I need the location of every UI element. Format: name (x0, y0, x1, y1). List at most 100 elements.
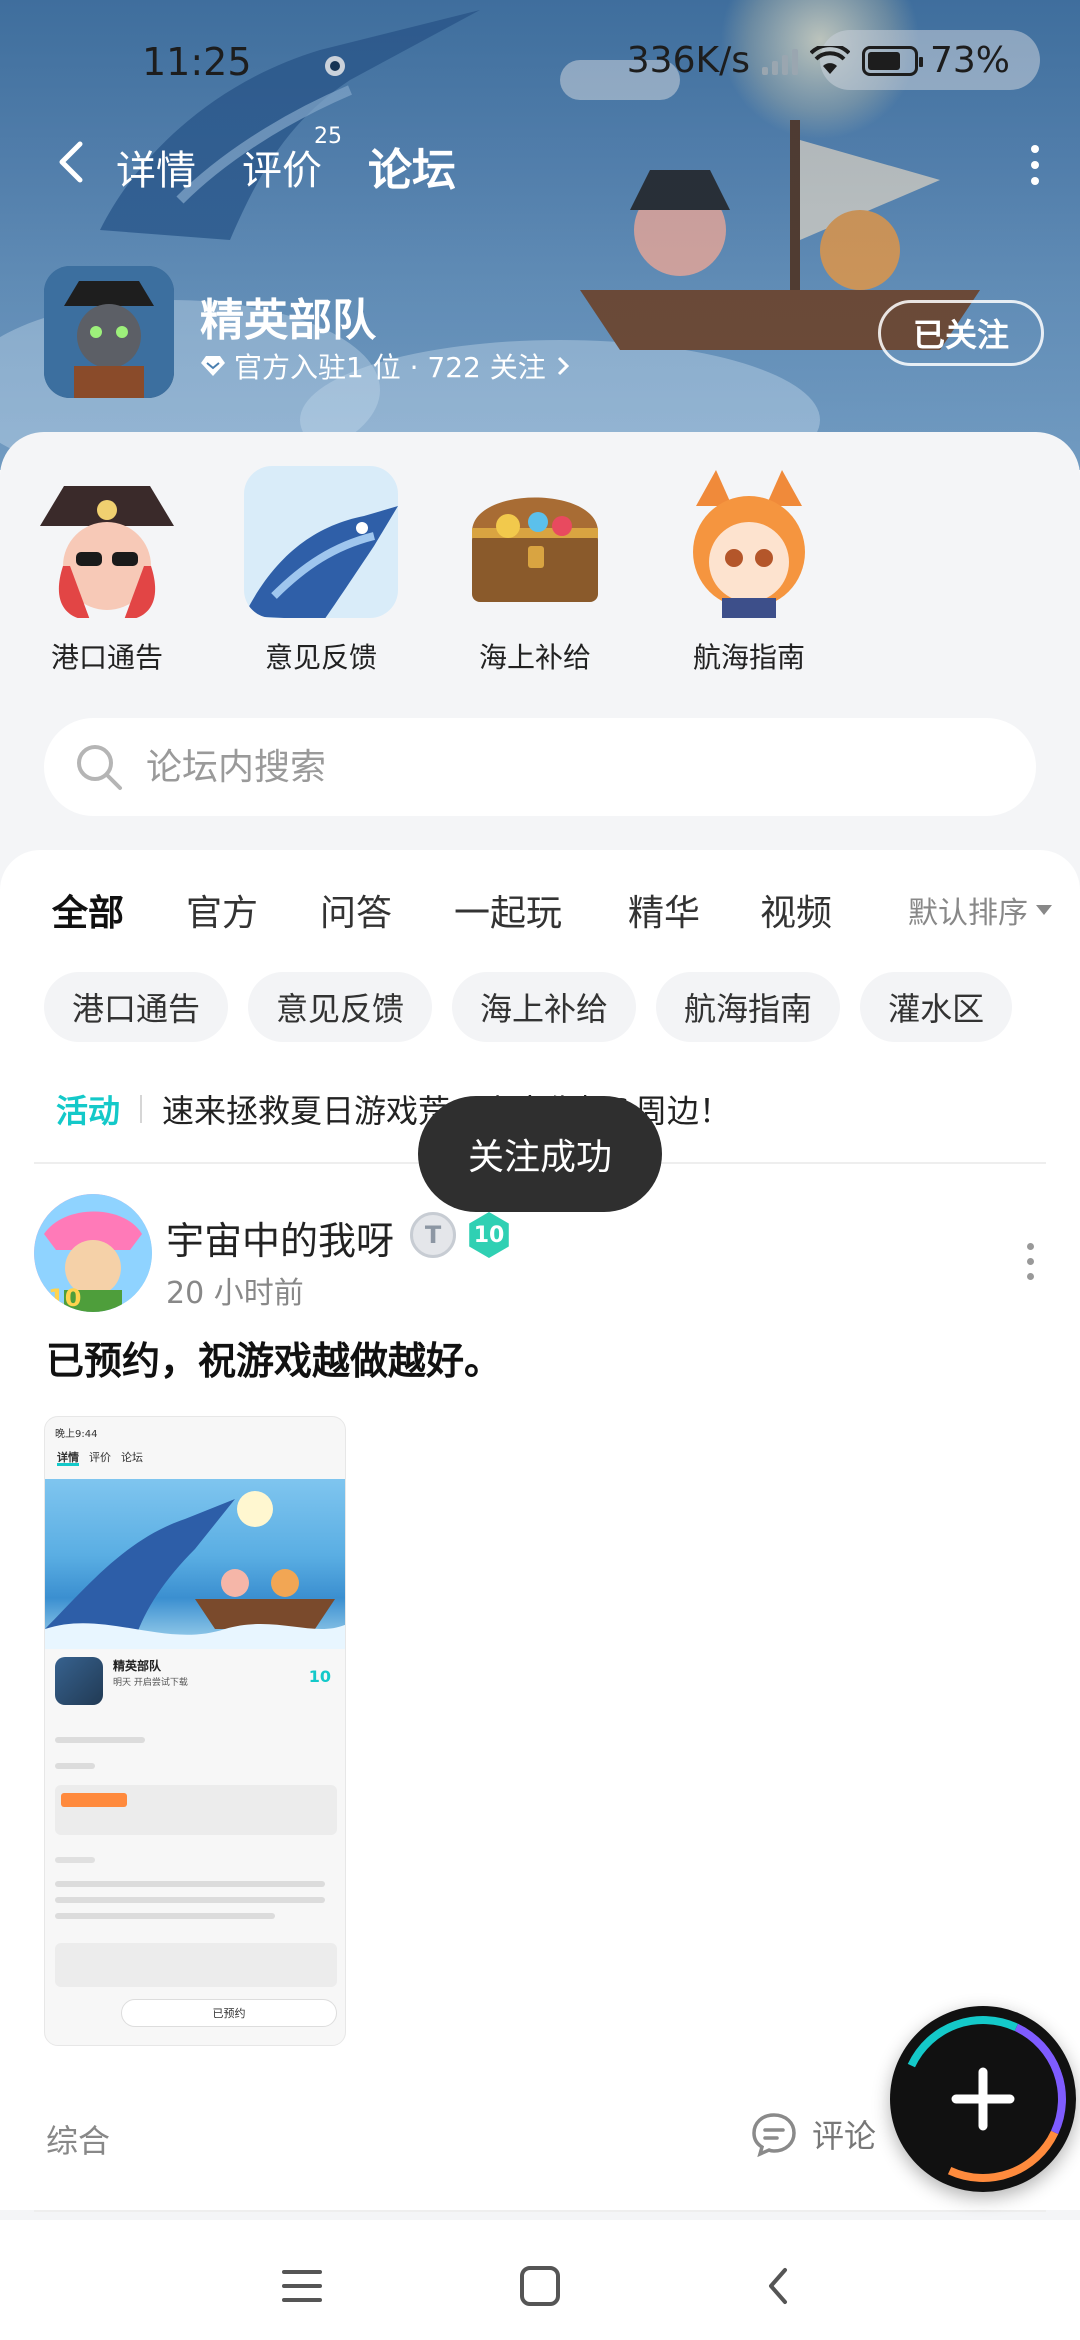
screenshot-game-card: 精英部队 明天 开启尝试下载 10 (53, 1657, 339, 1727)
screenshot-game-name: 精英部队 (113, 1659, 162, 1673)
activity-tag: 活动 (56, 1092, 121, 1130)
board-supply[interactable]: 海上补给 (458, 466, 612, 676)
game-name: 精英部队 (200, 295, 376, 346)
filter-qa[interactable]: 问答 (320, 884, 392, 936)
board-guide[interactable]: 航海指南 (672, 466, 826, 676)
battery-level (867, 51, 901, 70)
activity-separator (140, 1095, 143, 1123)
caret-down-icon (1036, 905, 1052, 915)
chevron-left-icon[interactable] (44, 132, 104, 192)
create-post-button[interactable] (890, 2006, 1076, 2192)
screenshot-text-line (55, 1897, 325, 1903)
back-icon[interactable] (748, 2256, 808, 2316)
chip-harbor-notice[interactable]: 港口通告 (44, 972, 229, 1042)
chip-guide[interactable]: 航海指南 (656, 972, 841, 1042)
menu-icon[interactable] (272, 2256, 332, 2316)
game-meta[interactable]: 官方入驻1 位 · 722 关注 (200, 346, 572, 386)
screenshot-tab: 评价 (89, 1451, 111, 1464)
screenshot-highlight (61, 1793, 127, 1807)
level-badge: 10 (469, 1212, 509, 1258)
screenshot-banner (45, 1479, 345, 1649)
chip-feedback[interactable]: 意见反馈 (248, 972, 433, 1042)
screenshot-block (55, 1943, 337, 1987)
status-indicators: 336K/s 73% (627, 40, 1010, 81)
tab-reviews[interactable]: 评价 25 (242, 124, 342, 196)
forum-post[interactable]: 10 宇宙中的我呀 T 10 20 小时前 已预约，祝游戏越做越好。 晚上9:4… (0, 1180, 1080, 2180)
filter-official[interactable]: 官方 (186, 884, 258, 936)
top-navigation: 详情 评价 25 论坛 (0, 120, 1080, 210)
tab-forum[interactable]: 论坛 (368, 134, 456, 198)
game-header: 精英部队 官方入驻1 位 · 722 关注 已关注 (44, 266, 1044, 406)
more-vertical-icon[interactable] (1020, 1236, 1040, 1286)
board-label: 海上补给 (478, 641, 591, 674)
post-text: 已预约，祝游戏越做越好。 (46, 1339, 503, 1383)
filter-all[interactable]: 全部 (52, 884, 124, 940)
screenshot-button: 已预约 (121, 1999, 337, 2027)
tab-reviews-label: 评价 (242, 148, 322, 194)
post-time: 20 小时前 (166, 1276, 304, 1311)
board-label: 航海指南 (692, 641, 805, 674)
status-bar: 11:25 336K/s 73% (0, 30, 1080, 100)
sort-label: 默认排序 (908, 896, 1028, 931)
screenshot-text-line (55, 1881, 325, 1887)
comment-icon (752, 2113, 796, 2158)
filter-featured[interactable]: 精华 (628, 884, 700, 936)
screenshot-text-line (55, 1857, 95, 1863)
chip-supply[interactable]: 海上补给 (452, 972, 637, 1042)
screenshot-score: 10 (308, 1667, 331, 1686)
sub-boards: 港口通告 意见反馈 海上补给 航海指南 (30, 466, 826, 676)
status-time: 11:25 (142, 40, 252, 84)
game-icon[interactable] (44, 266, 174, 398)
battery-percent: 73% (929, 40, 1010, 81)
post-author[interactable]: 宇宙中的我呀 (166, 1210, 394, 1265)
follow-button[interactable]: 已关注 (878, 300, 1044, 366)
chevron-right-icon (557, 356, 569, 376)
network-speed: 336K/s (626, 40, 750, 81)
fox-girl-icon (672, 466, 826, 618)
battery-icon (861, 45, 923, 76)
screenshot-game-sub: 明天 开启尝试下载 (113, 1678, 188, 1688)
official-diamond-icon (201, 356, 225, 376)
cellular-signal-icon (761, 47, 798, 75)
screenshot-status-time: 晚上9:44 (55, 1429, 98, 1440)
sort-dropdown[interactable]: 默认排序 (908, 888, 1052, 932)
post-image[interactable]: 晚上9:44 详情 评价 论坛 精英部队 明天 开启尝试下载 10 已预约 (44, 1416, 346, 2046)
svg-text:10: 10 (48, 1284, 81, 1312)
search-input[interactable] (146, 746, 946, 788)
board-label: 港口通告 (50, 641, 163, 674)
screenshot-tab: 论坛 (121, 1451, 143, 1464)
comment-button[interactable]: 评论 (750, 2110, 876, 2158)
category-chips: 港口通告 意见反馈 海上补给 航海指南 灌水区 (44, 972, 1013, 1042)
treasure-chest-icon (458, 466, 612, 618)
game-meta-text: 官方入驻1 位 · 722 关注 (234, 351, 546, 384)
board-harbor-notice[interactable]: 港口通告 (30, 466, 184, 676)
review-count-badge: 25 (314, 124, 342, 149)
search-icon (77, 745, 122, 790)
screenshot-game-icon (55, 1657, 103, 1705)
chip-chat[interactable]: 灌水区 (860, 972, 1013, 1042)
wifi-icon (809, 45, 850, 74)
board-label: 意见反馈 (264, 641, 377, 674)
filter-video[interactable]: 视频 (760, 884, 832, 936)
toast-message: 关注成功 (418, 1096, 662, 1212)
screenshot-tab: 详情 (57, 1451, 79, 1464)
screenshot-tabs: 详情 评价 论坛 (57, 1449, 143, 1465)
board-feedback[interactable]: 意见反馈 (244, 466, 398, 676)
filter-play-together[interactable]: 一起玩 (454, 884, 562, 936)
user-badge-icon: T (410, 1212, 456, 1258)
comment-label: 评论 (812, 2117, 877, 2155)
system-navigation-bar (0, 2220, 1080, 2340)
marlin-icon (244, 466, 398, 618)
plus-icon (951, 2067, 1015, 2131)
avatar[interactable]: 10 (34, 1194, 152, 1312)
screenshot-text-line (55, 1763, 95, 1769)
home-icon[interactable] (510, 2256, 570, 2316)
screenshot-text-line (55, 1913, 275, 1919)
screenshot-text-line (55, 1737, 145, 1743)
more-vertical-icon[interactable] (1020, 140, 1050, 190)
post-category[interactable]: 综合 (46, 2116, 110, 2162)
tab-details[interactable]: 详情 (116, 138, 196, 196)
forum-search-bar[interactable] (44, 718, 1036, 816)
filter-tabs: 全部 官方 问答 一起玩 精华 视频 默认排序 (52, 878, 1052, 948)
pirate-girl-icon (30, 466, 184, 618)
